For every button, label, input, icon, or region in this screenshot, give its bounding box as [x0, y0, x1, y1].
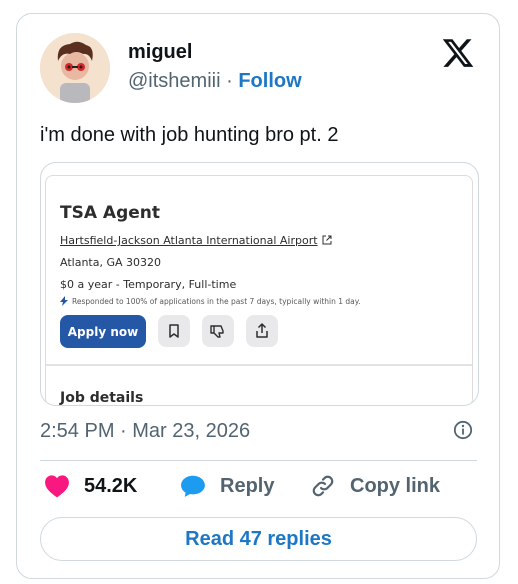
- share-job-button[interactable]: [246, 315, 278, 347]
- author-name[interactable]: miguel: [128, 41, 192, 64]
- job-details-heading: Job details: [60, 390, 144, 406]
- not-interested-button[interactable]: [202, 315, 234, 347]
- copy-link-label: Copy link: [350, 474, 441, 497]
- like-count: 54.2K: [84, 474, 138, 497]
- like-button[interactable]: 54.2K: [44, 474, 137, 498]
- heart-icon: [45, 475, 69, 498]
- tweet-text: i'm done with job hunting bro pt. 2: [40, 124, 339, 146]
- thumbs-down-icon: [210, 325, 224, 338]
- separator-dot: ·: [226, 70, 233, 92]
- response-note-text: Responded to 100% of applications in the…: [72, 297, 361, 306]
- job-type: - Temporary, Full-time: [115, 278, 237, 291]
- bookmark-icon: [169, 324, 179, 338]
- response-note: Responded to 100% of applications in the…: [60, 296, 361, 306]
- follow-button[interactable]: Follow: [238, 70, 301, 92]
- job-location: Atlanta, GA 30320: [60, 256, 161, 269]
- read-replies-button[interactable]: Read 47 replies: [40, 517, 477, 561]
- divider: [40, 460, 477, 461]
- apply-now-button[interactable]: Apply now: [60, 315, 146, 348]
- reply-button[interactable]: Reply: [180, 474, 274, 498]
- x-logo-icon[interactable]: [440, 36, 476, 70]
- save-job-button[interactable]: [158, 315, 190, 347]
- action-bar: 54.2K Reply Copy link: [40, 474, 477, 504]
- speech-bubble-icon: [181, 475, 205, 497]
- employer-name[interactable]: Hartsfield-Jackson Atlanta International…: [60, 234, 318, 247]
- avatar[interactable]: [40, 33, 110, 103]
- external-link-icon: [322, 235, 332, 245]
- author-handle[interactable]: @itshemiii: [128, 70, 221, 92]
- job-salary: $0 a year: [60, 278, 113, 291]
- reply-label: Reply: [220, 474, 275, 497]
- job-title: TSA Agent: [60, 203, 160, 223]
- job-posting-card: TSA Agent Hartsfield-Jackson Atlanta Int…: [45, 175, 473, 406]
- copy-link-button[interactable]: Copy link: [310, 474, 440, 498]
- tweet-timestamp[interactable]: 2:54 PM · Mar 23, 2026: [40, 420, 250, 443]
- share-icon: [256, 323, 268, 338]
- employer-link[interactable]: Hartsfield-Jackson Atlanta International…: [60, 234, 332, 247]
- lightning-icon: [60, 296, 68, 306]
- link-icon: [312, 475, 334, 497]
- job-divider: [46, 364, 472, 366]
- salary-line: $0 a year - Temporary, Full-time: [60, 278, 236, 291]
- author-handle-line: @itshemiii · Follow: [128, 70, 302, 93]
- tweet-media[interactable]: TSA Agent Hartsfield-Jackson Atlanta Int…: [40, 162, 479, 406]
- info-icon[interactable]: [453, 420, 473, 440]
- tweet-card: miguel @itshemiii · Follow i'm done with…: [16, 13, 500, 579]
- avatar-illustration: [40, 33, 110, 103]
